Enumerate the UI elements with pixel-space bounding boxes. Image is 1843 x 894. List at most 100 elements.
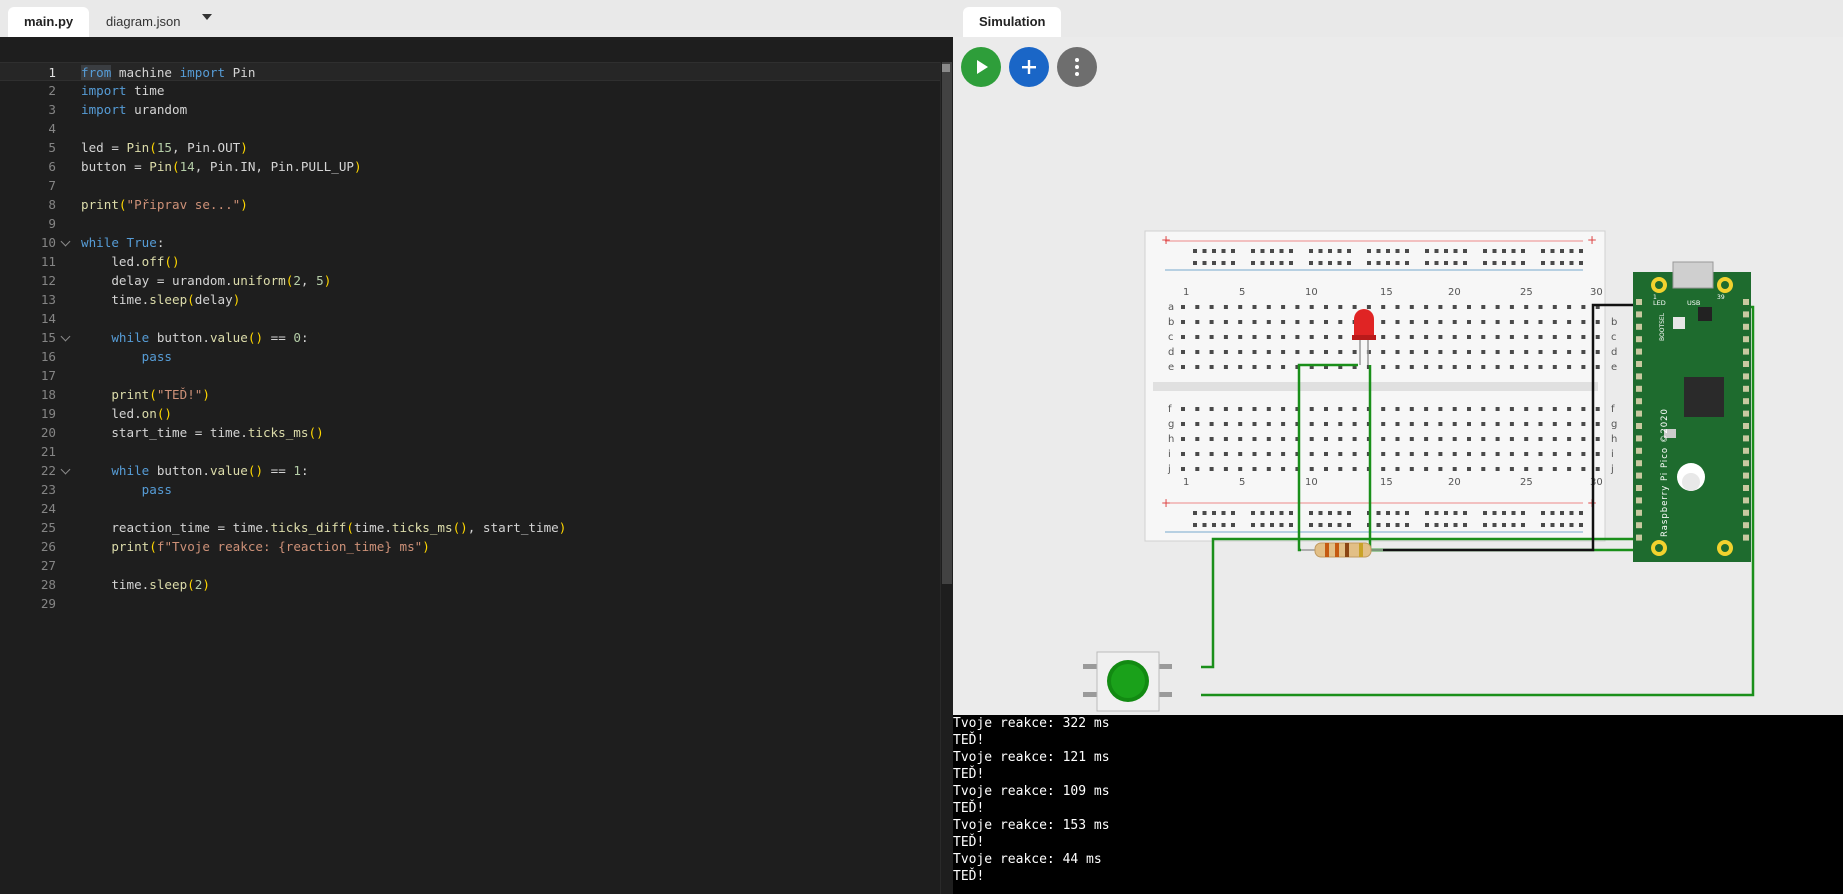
serial-line: TEĎ! (953, 835, 985, 850)
svg-text:d: d (1168, 347, 1174, 358)
code-line[interactable]: 20 start_time = time.ticks_ms() (0, 423, 940, 442)
line-number: 19 (40, 406, 56, 421)
svg-text:a: a (1168, 302, 1174, 313)
code-line[interactable]: 23 pass (0, 480, 940, 499)
code-line[interactable]: 17 (0, 366, 940, 385)
code-line[interactable]: 21 (0, 442, 940, 461)
svg-text:30: 30 (1590, 287, 1603, 298)
code-line[interactable]: 6 button = Pin(14, Pin.IN, Pin.PULL_UP) (0, 157, 940, 176)
line-number: 22 (40, 463, 56, 478)
svg-text:15: 15 (1380, 477, 1393, 488)
svg-text:15: 15 (1380, 287, 1393, 298)
svg-text:1: 1 (1183, 477, 1189, 488)
line-number: 15 (40, 330, 56, 345)
raspberry-pi-pico[interactable]: 1 39 LED USB BOOTSEL Raspberry Pi Pico ©… (1633, 261, 1751, 562)
line-number: 12 (40, 273, 56, 288)
line-number: 23 (40, 482, 56, 497)
pico-led-label: LED (1653, 299, 1666, 307)
code-line[interactable]: 12 delay = urandom.uniform(2, 5) (0, 271, 940, 290)
tab-simulation[interactable]: Simulation (963, 7, 1062, 37)
line-number: 11 (40, 254, 56, 269)
code-line[interactable]: 28 time.sleep(2) (0, 575, 940, 594)
svg-text:i: i (1168, 449, 1171, 460)
code-line[interactable]: 19 led.on() (0, 404, 940, 423)
line-number: 9 (48, 216, 56, 231)
code-line[interactable]: 4 (0, 119, 940, 138)
simulation-canvas[interactable]: + + + + 1 5 10 15 20 25 30 1 5 10 15 20 (953, 37, 1843, 715)
svg-text:25: 25 (1520, 477, 1533, 488)
editor-scrollbar-thumb[interactable] (942, 62, 952, 584)
code-line[interactable]: 13 time.sleep(delay) (0, 290, 940, 309)
wire-button-to-pico (1201, 537, 1639, 669)
code-line[interactable]: 29 (0, 594, 940, 613)
line-number: 3 (48, 102, 56, 117)
code-text: import time (81, 83, 165, 98)
svg-text:f: f (1168, 404, 1172, 415)
serial-line: Tvoje reakce: 109 ms (953, 784, 1110, 799)
usb-connector (1672, 261, 1714, 289)
code-line[interactable]: 3 import urandom (0, 100, 940, 119)
code-editor-pane: main.py diagram.json 1 from machine impor… (0, 0, 954, 894)
code-line[interactable]: 14 (0, 309, 940, 328)
fold-chevron-icon[interactable] (60, 464, 71, 475)
chevron-down-icon[interactable] (202, 14, 212, 20)
code-area[interactable]: 1 from machine import Pin 2 import time 3 i… (0, 62, 940, 894)
line-number: 14 (40, 311, 56, 326)
simulation-pane: Simulation + + + + 1 5 10 15 20 25 30 1 … (953, 0, 1843, 894)
fold-chevron-icon[interactable] (60, 236, 71, 247)
code-line[interactable]: 11 led.off() (0, 252, 940, 271)
line-number: 8 (48, 197, 56, 212)
line-number: 16 (40, 349, 56, 364)
svg-text:20: 20 (1448, 477, 1461, 488)
line-number: 18 (40, 387, 56, 402)
pushbutton[interactable] (1083, 651, 1172, 712)
svg-text:d: d (1611, 347, 1617, 358)
code-line[interactable]: 18 print("TEĎ!") (0, 385, 940, 404)
code-line[interactable]: 9 (0, 214, 940, 233)
code-text: time.sleep(delay) (81, 292, 241, 307)
code-text: led.off() (81, 254, 180, 269)
code-text: while True: (81, 235, 165, 250)
code-line[interactable]: 8 print("Připrav se...") (0, 195, 940, 214)
code-line[interactable]: 22 while button.value() == 1: (0, 461, 940, 480)
code-line[interactable]: 16 pass (0, 347, 940, 366)
svg-text:b: b (1168, 317, 1174, 328)
line-number: 20 (40, 425, 56, 440)
svg-text:1: 1 (1183, 287, 1189, 298)
line-number: 17 (40, 368, 56, 383)
code-text: print("TEĎ!") (111, 387, 210, 402)
code-line[interactable]: 2 import time (0, 81, 940, 100)
tab-diagram-json[interactable]: diagram.json (90, 7, 196, 37)
simulation-tab-bar: Simulation (953, 0, 1843, 38)
pico-bootsel-label: BOOTSEL (1659, 312, 1666, 341)
svg-text:f: f (1611, 404, 1615, 415)
code-line[interactable]: 5 led = Pin(15, Pin.OUT) (0, 138, 940, 157)
svg-text:c: c (1168, 332, 1174, 343)
power-rail-plus: + (1161, 233, 1171, 247)
serial-line: Tvoje reakce: 121 ms (953, 750, 1110, 765)
svg-text:h: h (1168, 434, 1174, 445)
serial-line: Tvoje reakce: 322 ms (953, 716, 1110, 731)
code-line[interactable]: 7 (0, 176, 940, 195)
svg-text:j: j (1167, 464, 1171, 475)
code-text: print("Připrav se...") (81, 197, 248, 212)
code-line[interactable]: 1 from machine import Pin (0, 62, 940, 81)
code-text: from machine import Pin (81, 65, 256, 80)
code-line[interactable]: 10 while True: (0, 233, 940, 252)
editor-header-strip (0, 37, 953, 63)
serial-line: TEĎ! (953, 869, 985, 884)
code-line[interactable]: 27 (0, 556, 940, 575)
code-line[interactable]: 25 reaction_time = time.ticks_diff(time.… (0, 518, 940, 537)
code-line[interactable]: 24 (0, 499, 940, 518)
fold-chevron-icon[interactable] (60, 331, 71, 342)
svg-text:g: g (1168, 419, 1174, 430)
breadboard[interactable]: + + + + 1 5 10 15 20 25 30 1 5 10 15 20 (1144, 230, 1617, 542)
line-number: 4 (48, 121, 56, 136)
code-text: pass (141, 482, 173, 497)
tab-main-py[interactable]: main.py (8, 7, 90, 37)
serial-monitor[interactable]: Tvoje reakce: 322 ms TEĎ! Tvoje reakce: … (953, 715, 1843, 894)
code-line[interactable]: 26 print(f"Tvoje reakce: {reaction_time}… (0, 537, 940, 556)
editor-tab-bar: main.py diagram.json (0, 0, 953, 38)
code-line[interactable]: 15 while button.value() == 0: (0, 328, 940, 347)
serial-line: TEĎ! (953, 801, 985, 816)
